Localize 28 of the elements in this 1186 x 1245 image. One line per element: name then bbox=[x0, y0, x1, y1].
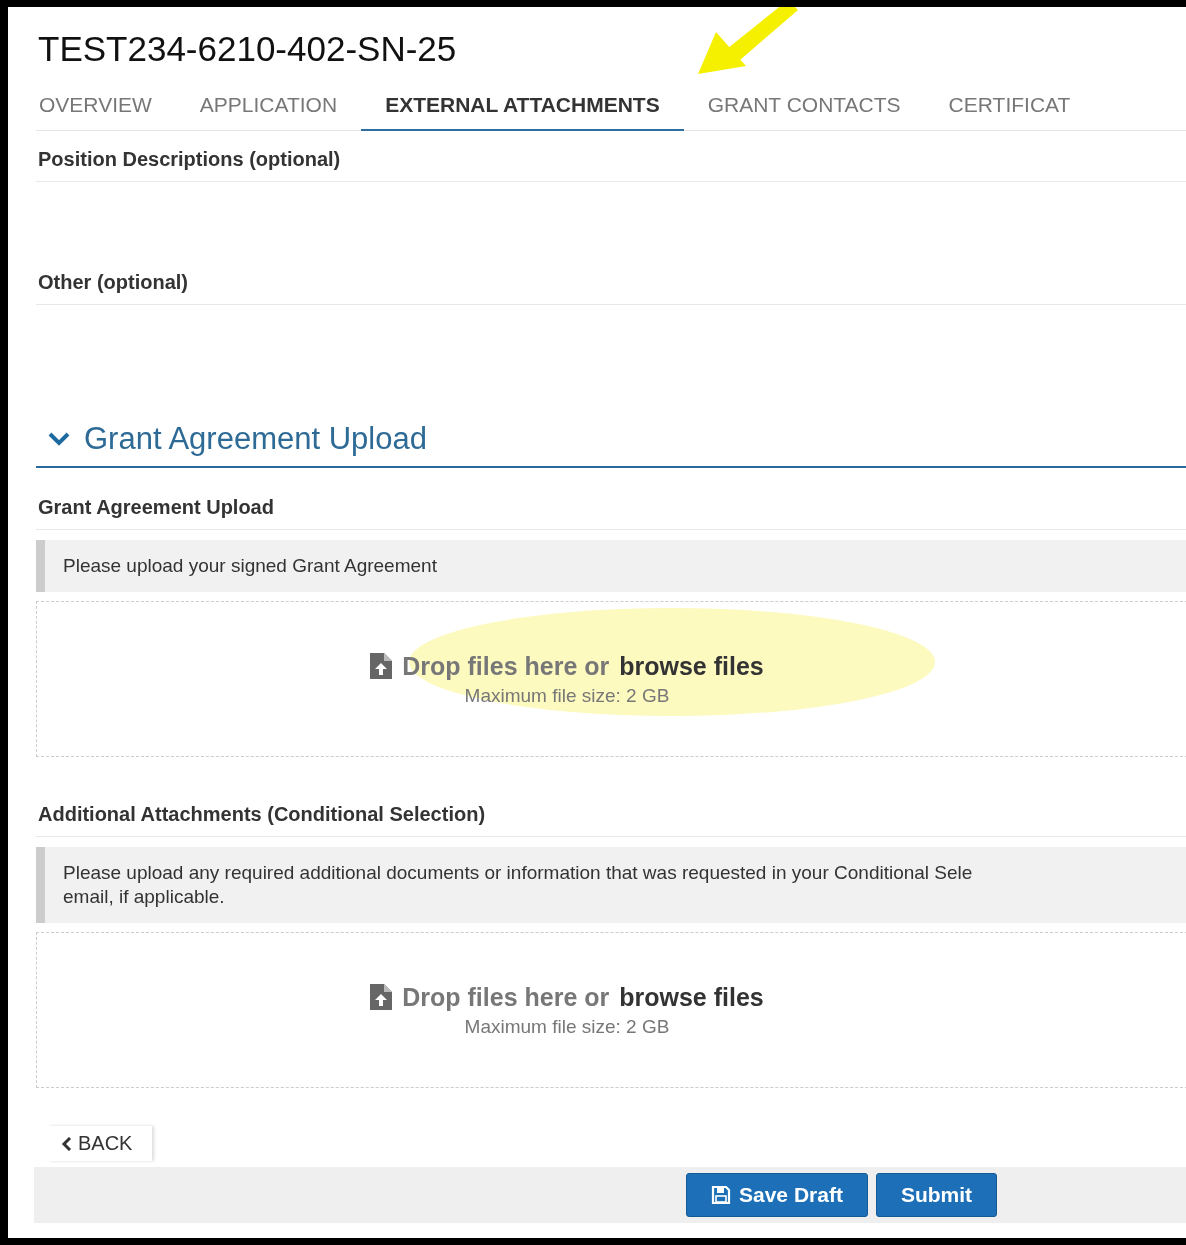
save-draft-button[interactable]: Save Draft bbox=[686, 1173, 868, 1217]
file-upload-icon bbox=[370, 653, 393, 679]
drop-text: Drop files here or bbox=[402, 651, 610, 681]
tab[interactable]: EXTERNAL ATTACHMENTS bbox=[361, 81, 684, 131]
instruction-note: Please upload your signed Grant Agreement bbox=[36, 540, 1186, 592]
field-label: Position Descriptions (optional) bbox=[36, 131, 1186, 182]
chevron-left-icon bbox=[60, 1136, 72, 1151]
drop-text: Drop files here or bbox=[402, 982, 610, 1012]
chevron-icon[interactable] bbox=[48, 432, 70, 446]
tab[interactable]: OVERVIEW bbox=[36, 81, 176, 131]
tab[interactable]: GRANT CONTACTS bbox=[683, 81, 925, 131]
browse-files-link[interactable]: browse files bbox=[619, 651, 764, 681]
back-button[interactable]: BACK bbox=[48, 1126, 153, 1161]
page-title: TEST234-6210-402-SN-25 bbox=[38, 29, 457, 70]
field-label: Additional Attachments (Conditional Selection) bbox=[36, 803, 1186, 837]
tab[interactable]: APPLICATION bbox=[175, 81, 362, 131]
tab[interactable]: CERTIFICAT bbox=[924, 81, 1095, 131]
drop-zone[interactable]: Drop files here or browse files Maximum file size: 2 GB bbox=[36, 932, 1186, 1088]
section-title: Grant Agreement Upload bbox=[84, 421, 427, 457]
field-label: Other (optional) bbox=[36, 254, 1186, 305]
drop-zone[interactable]: Drop files here or browse files Maximum file size: 2 GB bbox=[36, 601, 1186, 757]
submit-button[interactable]: Submit bbox=[875, 1173, 998, 1217]
instruction-note: Please upload any required additional documents or information that was requested in your Conditional Sele email, if applicable. bbox=[36, 847, 1186, 923]
file-upload-icon bbox=[370, 984, 393, 1010]
browse-files-link[interactable]: browse files bbox=[619, 982, 764, 1012]
field-label: Grant Agreement Upload bbox=[36, 496, 1186, 530]
file-size-hint: Maximum file size: 2 GB bbox=[464, 684, 670, 707]
file-size-hint: Maximum file size: 2 GB bbox=[464, 1015, 670, 1038]
